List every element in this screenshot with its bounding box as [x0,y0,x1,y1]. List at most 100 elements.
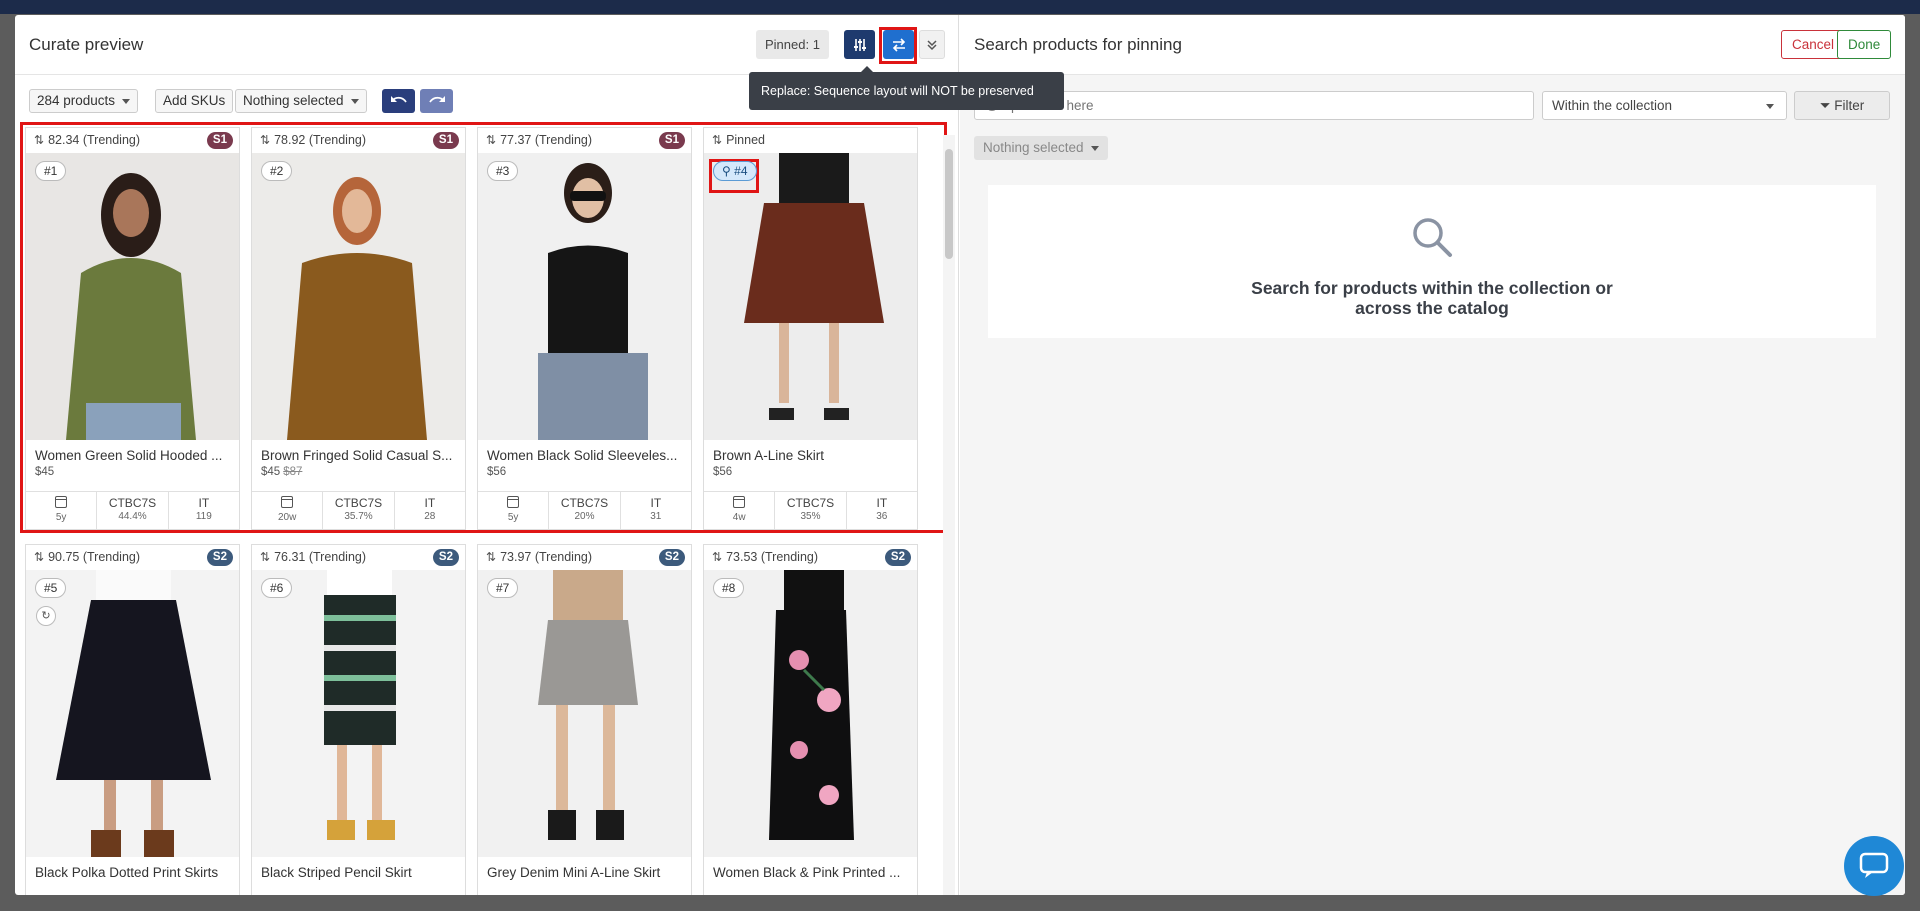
rank-chip[interactable]: #3 [487,161,519,181]
product-image: #7 [478,570,691,857]
age-stat: 4w [704,492,776,529]
card-score: ⇅ 76.31 (Trending) S2 [252,545,465,570]
calendar-icon [733,496,746,508]
caret-down-icon [122,98,131,104]
product-card[interactable]: ⇅ 90.75 (Trending) S2 #5 ↻ Black Polka Dot… [25,544,240,895]
calendar-icon [55,496,68,508]
ctbc-label: CTBC7S [334,496,383,510]
magnifier-icon [1413,218,1452,257]
expand-more-button[interactable] [919,30,945,59]
product-card[interactable]: ⇅ 73.97 (Trending) S2 #7 Grey Denim Mini A… [477,544,692,895]
slot-badge: S2 [658,549,685,566]
product-name: Black Polka Dotted Print Skirts [35,865,219,880]
cancel-button[interactable]: Cancel [1781,30,1846,59]
it-value: 28 [424,511,436,522]
product-name: Women Black Solid Sleeveles... [487,448,678,463]
empty-message-line1: Search for products within the collectio… [1251,278,1613,298]
replace-mode-button[interactable] [883,30,914,59]
search-scope-select[interactable]: Within the collection [1542,91,1787,120]
sliders-icon [853,38,866,51]
empty-state: Search for products within the collectio… [988,185,1876,338]
products-count-dropdown[interactable]: 284 products [29,89,139,113]
grid-scrollbar[interactable] [943,135,955,895]
right-selection-dropdown[interactable]: Nothing selected [974,136,1108,160]
product-card-pinned[interactable]: ⇅ Pinned ⚲ #4 Brown A-Line Skirt $56 4w C… [703,127,918,530]
undo-button[interactable] [382,89,415,113]
product-card[interactable]: ⇅ 82.34 (Trending) S1 #1 Women Green Solid… [25,127,240,530]
product-image: #1 [26,153,239,440]
age-stat: 5y [26,492,98,529]
age-value: 4w [732,512,746,523]
it-stat: IT 36 [847,492,917,529]
chat-support-button[interactable] [1844,836,1904,896]
product-grid: ⇅ 82.34 (Trending) S1 #1 Women Green Solid… [25,127,941,895]
rank-label: #4 [734,164,748,178]
ctbc-stat: CTBC7S 35.7% [323,492,395,529]
caret-down-icon [1090,145,1099,151]
add-skus-button[interactable]: Add SKUs [155,89,234,113]
price-value: $45 [261,466,281,478]
ctbc-label: CTBC7S [108,496,157,510]
replace-tooltip: Replace: Sequence layout will NOT be pre… [749,66,1064,110]
score-label: 73.53 (Trending) [726,550,819,564]
product-stats: 5y CTBC7S 44.4% IT 119 [26,491,239,529]
filter-button[interactable]: ⏷ Filter [1794,91,1890,120]
card-score: ⇅ 73.97 (Trending) S2 [478,545,691,570]
search-pinning-panel: Search products for pinning Cancel Done … [960,15,1905,895]
calendar-icon [281,496,294,508]
search-pinning-header: Search products for pinning Cancel Done [960,15,1905,75]
it-stat: IT 119 [169,492,239,529]
product-stats: 20w CTBC7S 35.7% IT 28 [252,491,465,529]
product-image: #3 [478,153,691,440]
rank-chip[interactable]: #2 [261,161,293,181]
score-label: Pinned [726,133,765,147]
ctbc-stat: CTBC7S 35% [775,492,847,529]
score-label: 90.75 (Trending) [48,550,141,564]
rank-chip[interactable]: #5 [35,578,67,598]
ctbc-label: CTBC7S [560,496,609,510]
rank-chip[interactable]: #1 [35,161,67,181]
product-price: $45 [26,463,239,478]
product-name: Brown A-Line Skirt [713,448,825,463]
sort-icon: ⇅ [712,550,723,564]
product-name: Women Green Solid Hooded ... [35,448,223,463]
sort-icon: ⇅ [260,550,271,564]
score-label: 78.92 (Trending) [274,133,367,147]
rank-chip[interactable]: #8 [713,578,745,598]
product-image: #6 [252,570,465,857]
score-label: 77.37 (Trending) [500,133,593,147]
app-topbar [0,0,1920,14]
chat-bubble-icon [1859,852,1889,878]
selection-dropdown[interactable]: Nothing selected [235,89,367,113]
product-price: $45 $87 [252,463,465,478]
panel-title: Search products for pinning [974,35,1182,54]
product-stats: 5y CTBC7S 20% IT 31 [478,491,691,529]
scrollbar-thumb[interactable] [945,149,953,259]
score-label: 76.31 (Trending) [274,550,367,564]
refresh-icon[interactable]: ↻ [36,606,56,626]
old-price-value: $87 [283,466,303,478]
product-image: #5 ↻ [26,570,239,857]
product-image: #8 [704,570,917,857]
sort-icon: ⇅ [34,133,45,147]
product-card[interactable]: ⇅ 76.31 (Trending) S2 #6 Black Striped Pen… [251,544,466,895]
adjust-settings-button[interactable] [844,30,875,59]
done-button[interactable]: Done [1837,30,1892,59]
product-stats: 4w CTBC7S 35% IT 36 [704,491,917,529]
slot-badge: S2 [206,549,233,566]
product-card[interactable]: ⇅ 77.37 (Trending) S1 #3 Women Black Solid… [477,127,692,530]
redo-button[interactable] [420,89,453,113]
ctbc-stat: CTBC7S 44.4% [97,492,169,529]
curate-preview-panel: Curate preview Pinned: 1 Replace: Sequen… [15,15,1064,895]
calendar-icon [507,496,520,508]
sort-icon: ⇅ [486,133,497,147]
slot-badge: S2 [884,549,911,566]
product-card[interactable]: ⇅ 73.53 (Trending) S2 #8 Women Black & Pin… [703,544,918,895]
ctbc-value: 35% [800,511,821,522]
product-card[interactable]: ⇅ 78.92 (Trending) S1 #2 Brown Fringed Sol… [251,127,466,530]
rank-chip[interactable]: #6 [261,578,293,598]
products-count-label: 284 products [37,93,116,108]
pinned-rank-chip[interactable]: ⚲ #4 [713,161,757,181]
card-score: ⇅ 90.75 (Trending) S2 [26,545,239,570]
rank-chip[interactable]: #7 [487,578,519,598]
